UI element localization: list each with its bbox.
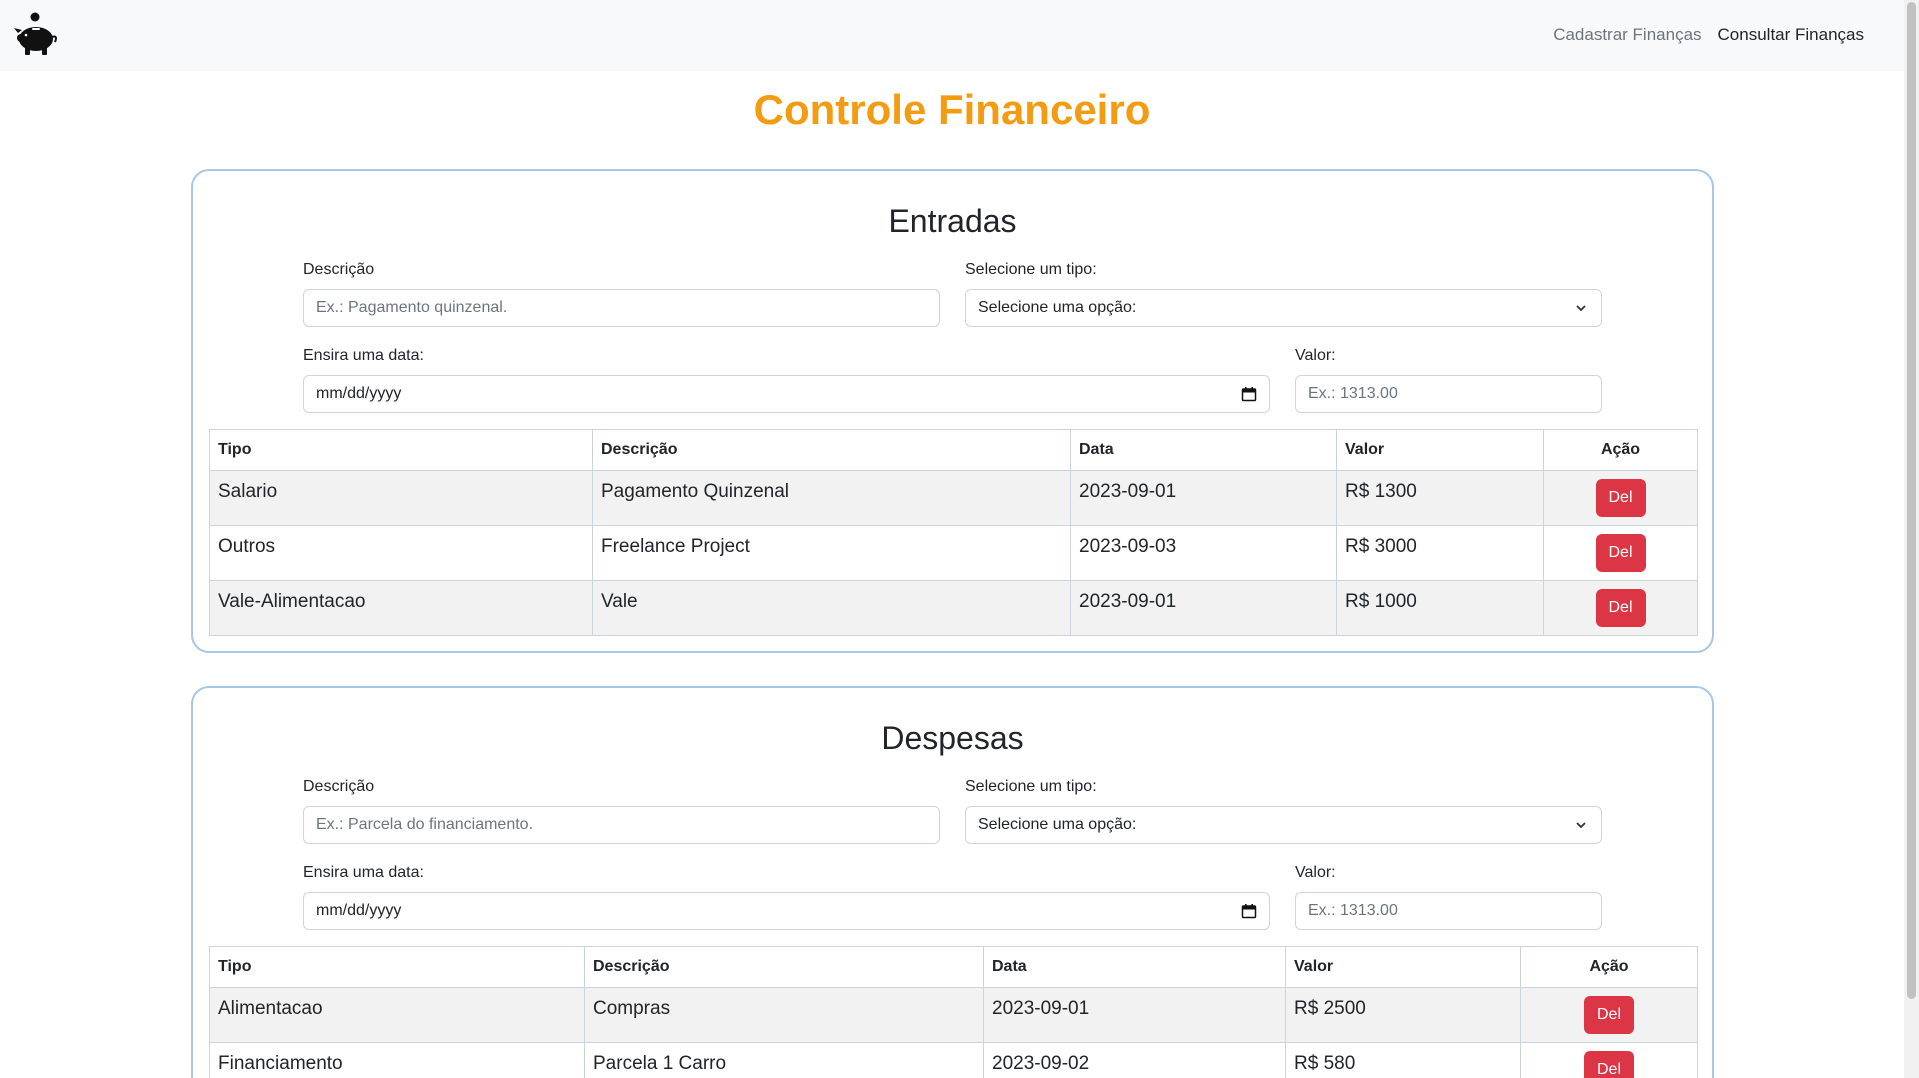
column-header-tipo: Tipo	[209, 429, 593, 471]
table-row: Vale-Alimentacao Vale 2023-09-01 R$ 1000…	[209, 580, 1698, 636]
cell-acao: Del	[1520, 1042, 1698, 1078]
cell-descricao: Freelance Project	[592, 525, 1071, 581]
table-row: Salario Pagamento Quinzenal 2023-09-01 R…	[209, 470, 1698, 526]
column-header-data: Data	[1070, 429, 1337, 471]
column-header-valor: Valor	[1336, 429, 1544, 471]
cell-tipo: Salario	[209, 470, 593, 526]
entradas-card: Entradas Descrição Selecione um tipo: Se…	[191, 169, 1714, 653]
piggy-bank-icon[interactable]	[12, 11, 58, 57]
despesas-table: Tipo Descrição Data Valor Ação Alimentac…	[209, 946, 1698, 1078]
cell-tipo: Alimentacao	[209, 987, 585, 1043]
page-title: Controle Financeiro	[753, 86, 1151, 133]
navbar: Cadastrar Finanças Consultar Finanças	[0, 0, 1904, 71]
nav-link-cadastrar-financas[interactable]: Cadastrar Finanças	[1553, 25, 1701, 45]
column-header-valor: Valor	[1285, 946, 1521, 988]
cell-data: 2023-09-01	[1070, 470, 1337, 526]
cell-descricao: Vale	[592, 580, 1071, 636]
entradas-descricao-label: Descrição	[303, 261, 375, 278]
column-header-descricao: Descrição	[584, 946, 984, 988]
cell-tipo: Financiamento	[209, 1042, 585, 1078]
cell-data: 2023-09-02	[983, 1042, 1286, 1078]
table-row: Alimentacao Compras 2023-09-01 R$ 2500 D…	[209, 987, 1698, 1043]
cell-tipo: Outros	[209, 525, 593, 581]
cell-data: 2023-09-01	[983, 987, 1286, 1043]
column-header-data: Data	[983, 946, 1286, 988]
scrollbar-thumb[interactable]	[1907, 2, 1916, 999]
entradas-valor-label: Valor:	[1295, 347, 1336, 364]
table-row: Outros Freelance Project 2023-09-03 R$ 3…	[209, 525, 1698, 581]
delete-button[interactable]: Del	[1595, 589, 1646, 627]
cell-valor: R$ 1000	[1336, 580, 1544, 636]
cell-data: 2023-09-03	[1070, 525, 1337, 581]
entradas-tipo-select[interactable]: Selecione uma opção:	[965, 289, 1602, 327]
cell-valor: R$ 3000	[1336, 525, 1544, 581]
calendar-icon[interactable]	[1241, 903, 1257, 919]
column-header-tipo: Tipo	[209, 946, 585, 988]
cell-descricao: Pagamento Quinzenal	[592, 470, 1071, 526]
nav-link-consultar-financas[interactable]: Consultar Finanças	[1718, 25, 1864, 45]
entradas-table: Tipo Descrição Data Valor Ação Salario P…	[209, 429, 1698, 636]
column-header-acao: Ação	[1543, 429, 1698, 471]
cell-valor: R$ 1300	[1336, 470, 1544, 526]
entradas-data-input[interactable]: mm/dd/yyyy	[303, 375, 1270, 413]
despesas-data-label: Ensira uma data:	[303, 864, 424, 881]
table-header-row: Tipo Descrição Data Valor Ação	[209, 946, 1698, 988]
table-row: Financiamento Parcela 1 Carro 2023-09-02…	[209, 1042, 1698, 1078]
despesas-title: Despesas	[881, 720, 1024, 756]
cell-valor: R$ 2500	[1285, 987, 1521, 1043]
entradas-data-value: mm/dd/yyyy	[316, 385, 402, 402]
chevron-down-icon	[1576, 822, 1586, 829]
entradas-valor-input[interactable]	[1295, 375, 1602, 413]
chevron-down-icon	[1576, 305, 1586, 312]
cell-acao: Del	[1543, 470, 1698, 526]
delete-button[interactable]: Del	[1584, 996, 1634, 1034]
cell-descricao: Compras	[584, 987, 984, 1043]
despesas-tipo-label: Selecione um tipo:	[965, 778, 1097, 795]
cell-descricao: Parcela 1 Carro	[584, 1042, 984, 1078]
despesas-descricao-input[interactable]	[303, 806, 940, 844]
entradas-data-label: Ensira uma data:	[303, 347, 424, 364]
despesas-data-value: mm/dd/yyyy	[316, 902, 402, 919]
entradas-tipo-label: Selecione um tipo:	[965, 261, 1097, 278]
cell-valor: R$ 580	[1285, 1042, 1521, 1078]
column-header-descricao: Descrição	[592, 429, 1071, 471]
despesas-valor-label: Valor:	[1295, 864, 1336, 881]
cell-data: 2023-09-01	[1070, 580, 1337, 636]
entradas-descricao-input[interactable]	[303, 289, 940, 327]
despesas-descricao-label: Descrição	[303, 778, 375, 795]
cell-tipo: Vale-Alimentacao	[209, 580, 593, 636]
calendar-icon[interactable]	[1241, 386, 1257, 402]
despesas-tipo-select[interactable]: Selecione uma opção:	[965, 806, 1602, 844]
delete-button[interactable]: Del	[1595, 479, 1646, 517]
cell-acao: Del	[1543, 580, 1698, 636]
column-header-acao: Ação	[1520, 946, 1698, 988]
cell-acao: Del	[1520, 987, 1698, 1043]
despesas-card: Despesas Descrição Selecione um tipo: Se…	[191, 686, 1714, 1078]
delete-button[interactable]: Del	[1595, 534, 1646, 572]
despesas-tipo-selected: Selecione uma opção:	[978, 816, 1137, 833]
despesas-valor-input[interactable]	[1295, 892, 1602, 930]
despesas-data-input[interactable]: mm/dd/yyyy	[303, 892, 1270, 930]
entradas-title: Entradas	[888, 203, 1017, 239]
delete-button[interactable]: Del	[1584, 1051, 1634, 1078]
table-header-row: Tipo Descrição Data Valor Ação	[209, 429, 1698, 471]
entradas-tipo-selected: Selecione uma opção:	[978, 299, 1137, 316]
cell-acao: Del	[1543, 525, 1698, 581]
scrollbar[interactable]	[1904, 0, 1919, 1078]
